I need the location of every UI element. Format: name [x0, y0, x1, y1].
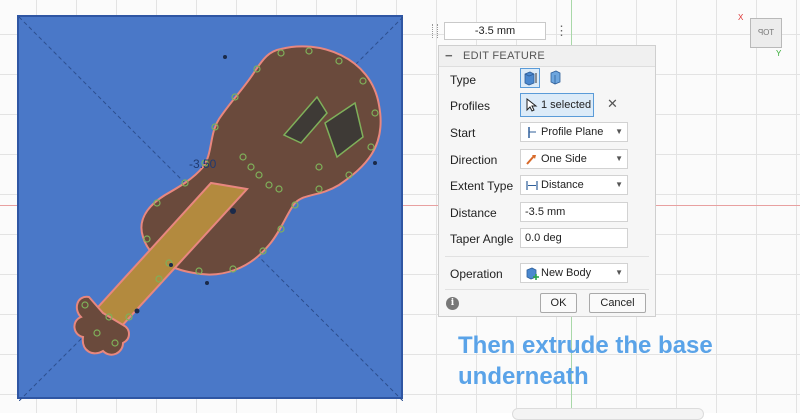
start-dropdown[interactable]: Profile Plane ▼ [520, 122, 628, 142]
dimension-input-bar: -3.5 mm ⋮ [432, 22, 572, 40]
chevron-down-icon: ▼ [615, 268, 623, 277]
direction-dropdown[interactable]: One Side ▼ [520, 149, 628, 169]
direction-value: One Side [541, 153, 587, 165]
drag-handle-icon[interactable] [432, 24, 438, 38]
chevron-down-icon: ▼ [615, 154, 623, 163]
distance-label: Distance [450, 206, 497, 220]
info-icon[interactable]: i [446, 297, 459, 310]
dialog-header: − EDIT FEATURE [439, 46, 655, 67]
extent-type-label: Extent Type [450, 179, 514, 193]
distance-input[interactable]: -3.5 mm [520, 202, 628, 222]
profile-plane-icon [528, 127, 536, 138]
sketch-plane[interactable]: -3.50 [17, 15, 403, 401]
start-row: Start Profile Plane ▼ [439, 120, 655, 146]
type-label: Type [450, 73, 477, 87]
dialog-title: EDIT FEATURE [463, 50, 546, 62]
operation-label: Operation [450, 267, 503, 281]
taper-angle-row: Taper Angle 0.0 deg [439, 226, 655, 252]
direction-row: Direction One Side ▼ [439, 147, 655, 173]
start-value: Profile Plane [541, 126, 604, 138]
chevron-down-icon: ▼ [615, 180, 623, 189]
profiles-row: Profiles 1 selected ✕ [439, 93, 655, 119]
type-solid-button[interactable] [520, 68, 540, 88]
taper-angle-label: Taper Angle [450, 232, 514, 246]
distance-icon [526, 181, 538, 190]
view-cube-top-face[interactable]: TOP [750, 18, 782, 48]
profiles-selection-button[interactable]: 1 selected [520, 93, 594, 117]
x-axis-label: X [738, 13, 744, 22]
edit-feature-dialog: − EDIT FEATURE Type Profiles 1 selected [438, 45, 656, 317]
divider [445, 256, 649, 257]
taper-angle-value: 0.0 deg [525, 232, 562, 244]
profiles-value: 1 selected [541, 99, 592, 111]
operation-dropdown[interactable]: New Body ▼ [520, 263, 628, 283]
extent-type-value: Distance [541, 179, 584, 191]
tutorial-caption: Then extrude the base underneath [458, 332, 713, 390]
dialog-footer: i OK Cancel [439, 291, 655, 317]
distance-value: -3.5 mm [525, 206, 566, 218]
type-thin-button[interactable] [546, 68, 566, 88]
start-label: Start [450, 126, 476, 140]
cancel-button[interactable]: Cancel [589, 293, 646, 313]
ok-button[interactable]: OK [540, 293, 577, 313]
cursor-select-icon [526, 98, 538, 112]
type-row: Type [439, 67, 655, 93]
one-side-icon [526, 155, 536, 165]
extent-type-row: Extent Type Distance ▼ [439, 173, 655, 199]
taper-angle-input[interactable]: 0.0 deg [520, 228, 628, 248]
extrude-body-icon [524, 71, 537, 86]
distance-row: Distance -3.5 mm [439, 200, 655, 226]
extrude-thin-icon [550, 70, 561, 85]
collapse-icon[interactable]: − [445, 46, 453, 66]
dimension-label: -3.50 [189, 157, 217, 171]
operation-row: Operation New Body ▼ [439, 261, 655, 287]
chevron-down-icon: ▼ [615, 127, 623, 136]
dimension-input[interactable]: -3.5 mm [444, 22, 546, 40]
violin-sketch[interactable] [19, 17, 403, 401]
direction-label: Direction [450, 153, 498, 167]
new-body-icon [526, 267, 539, 280]
clear-selection-icon[interactable]: ✕ [607, 96, 618, 112]
profiles-label: Profiles [450, 99, 491, 113]
operation-value: New Body [541, 267, 592, 279]
divider [445, 289, 649, 290]
extent-type-dropdown[interactable]: Distance ▼ [520, 175, 628, 195]
more-options-icon[interactable]: ⋮ [555, 23, 568, 39]
y-axis-label: Y [776, 49, 782, 58]
view-cube[interactable]: X TOP Y [738, 13, 796, 58]
bottom-panel-tab[interactable] [512, 408, 704, 420]
